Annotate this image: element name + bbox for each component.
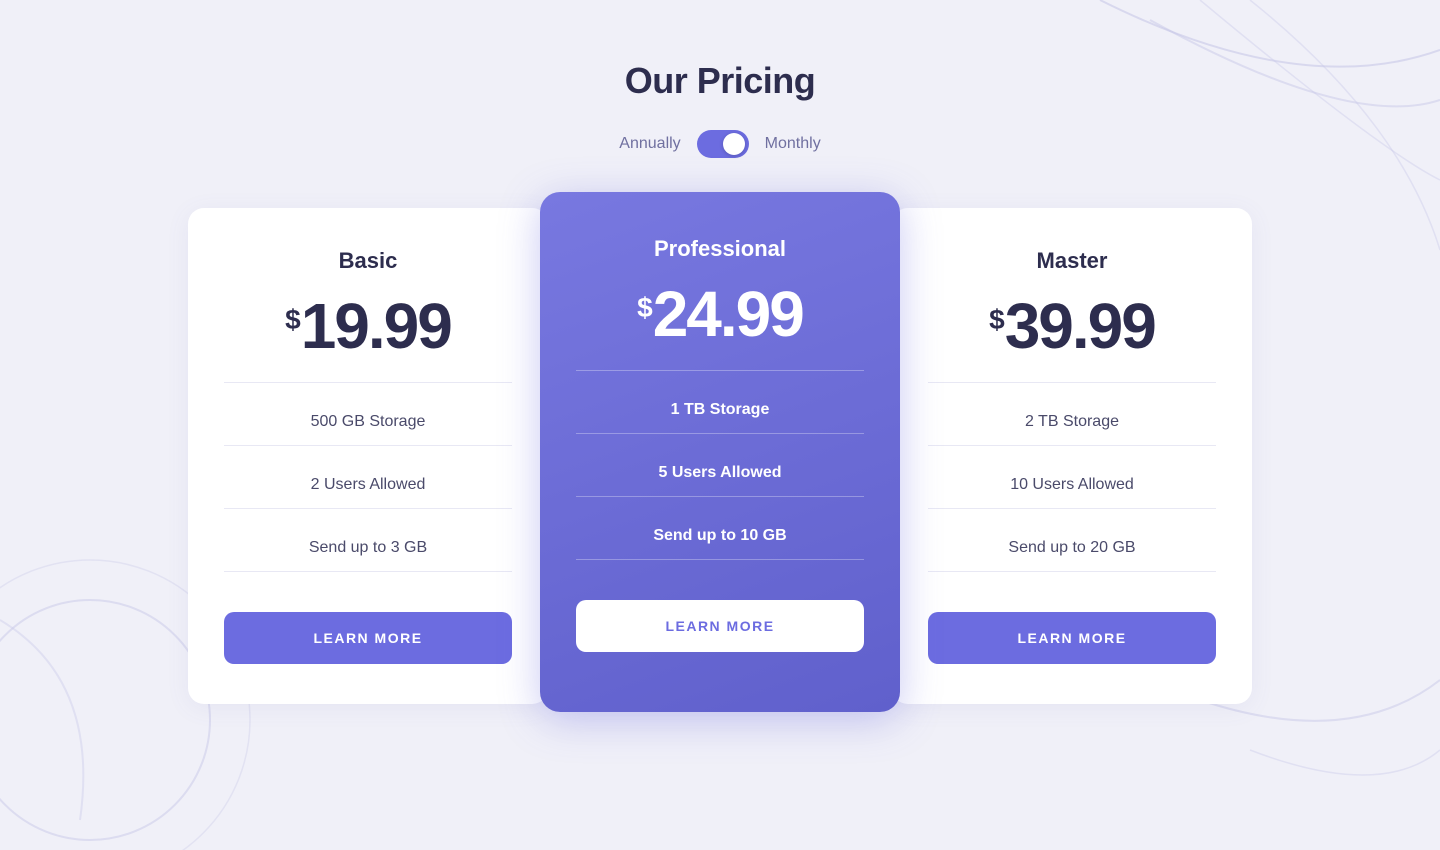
divider [928,445,1216,446]
page-title: Our Pricing [625,60,816,102]
toggle-label-annually: Annually [619,135,680,153]
plan-price-master: $ 39.99 [989,294,1155,358]
plan-name-master: Master [1037,248,1108,274]
learn-more-button-basic[interactable]: LEARN MORE [224,612,512,664]
divider [928,382,1216,383]
learn-more-button-professional[interactable]: LEARN MORE [576,600,864,652]
price-amount-basic: 19.99 [301,294,451,358]
plan-card-master: Master $ 39.99 2 TB Storage 10 Users All… [892,208,1252,704]
billing-toggle-container: Annually Monthly [619,130,820,158]
divider [224,508,512,509]
divider [928,571,1216,572]
price-currency-professional: $ [637,292,653,324]
divider [576,370,864,371]
feature-storage-basic: 500 GB Storage [224,399,512,445]
plan-card-basic: Basic $ 19.99 500 GB Storage 2 Users All… [188,208,548,704]
price-amount-professional: 24.99 [653,282,803,346]
divider [224,571,512,572]
plan-price-basic: $ 19.99 [285,294,451,358]
plan-name-professional: Professional [654,236,786,262]
features-list-basic: 500 GB Storage 2 Users Allowed Send up t… [224,382,512,588]
divider [576,496,864,497]
learn-more-button-master[interactable]: LEARN MORE [928,612,1216,664]
plan-name-basic: Basic [339,248,398,274]
feature-storage-professional: 1 TB Storage [576,387,864,433]
features-list-professional: 1 TB Storage 5 Users Allowed Send up to … [576,370,864,576]
feature-users-professional: 5 Users Allowed [576,450,864,496]
toggle-knob [723,133,745,155]
billing-toggle[interactable] [697,130,749,158]
feature-users-master: 10 Users Allowed [928,462,1216,508]
feature-send-basic: Send up to 3 GB [224,525,512,571]
divider [928,508,1216,509]
feature-send-master: Send up to 20 GB [928,525,1216,571]
feature-storage-master: 2 TB Storage [928,399,1216,445]
feature-send-professional: Send up to 10 GB [576,513,864,559]
divider [576,559,864,560]
plan-card-professional: Professional $ 24.99 1 TB Storage 5 User… [540,192,900,712]
divider [576,433,864,434]
toggle-label-monthly: Monthly [765,135,821,153]
divider [224,382,512,383]
price-amount-master: 39.99 [1005,294,1155,358]
plans-container: Basic $ 19.99 500 GB Storage 2 Users All… [188,208,1252,704]
price-currency-basic: $ [285,304,301,336]
plan-price-professional: $ 24.99 [637,282,803,346]
features-list-master: 2 TB Storage 10 Users Allowed Send up to… [928,382,1216,588]
divider [224,445,512,446]
price-currency-master: $ [989,304,1005,336]
feature-users-basic: 2 Users Allowed [224,462,512,508]
